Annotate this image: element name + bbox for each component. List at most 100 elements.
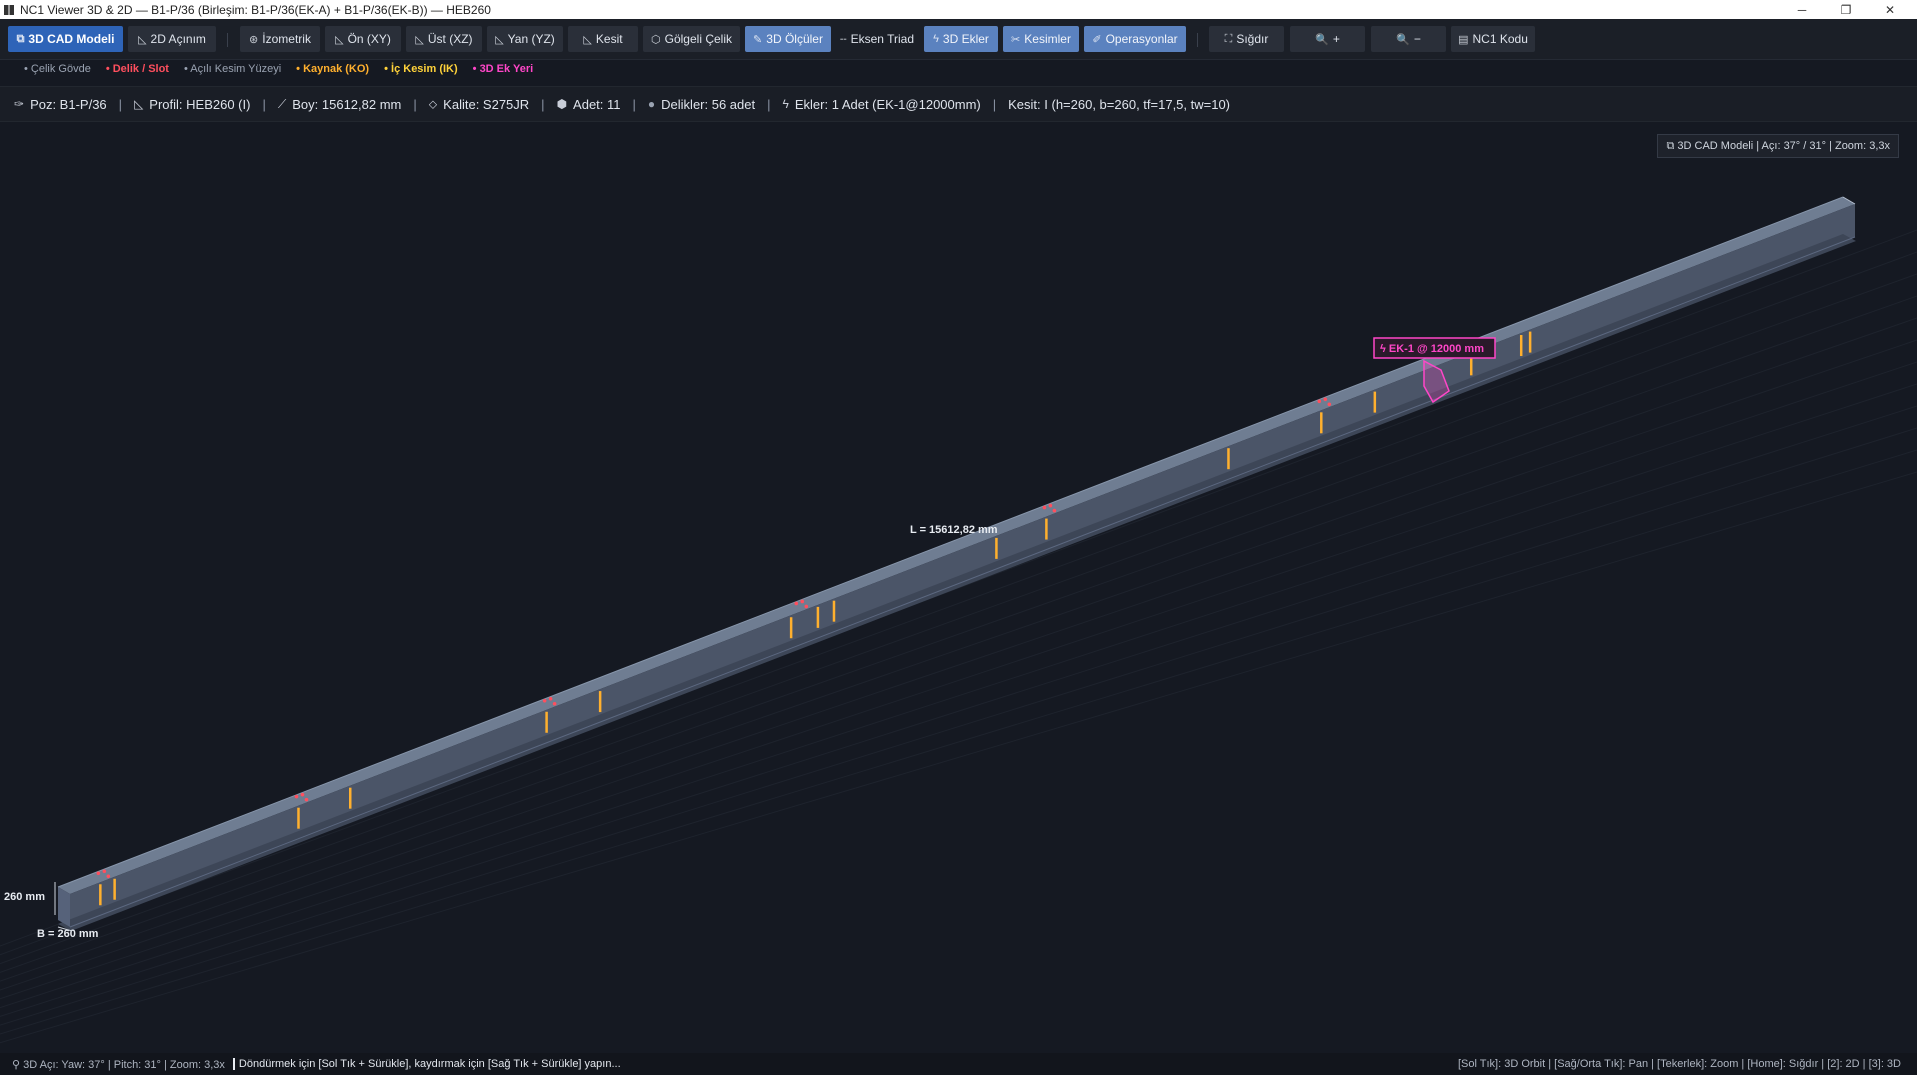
legend-splice: • 3D Ek Yeri <box>472 63 534 75</box>
section-view-button[interactable]: ◺ Kesit <box>568 26 638 52</box>
beam-web-edge <box>69 236 1856 928</box>
length-dimension-label: L = 15612,82 mm <box>910 524 998 536</box>
info-holes: ● Delikler: 56 adet <box>647 96 756 112</box>
grid-line <box>0 273 1917 965</box>
hole-mark <box>102 869 107 874</box>
hole-mark <box>294 794 299 799</box>
grid-line <box>0 405 1917 1017</box>
circle-icon: ● <box>647 97 656 111</box>
hole-mark <box>300 792 305 797</box>
nc1-code-button[interactable]: ▤ NC1 Kodu <box>1451 26 1535 52</box>
grid-line <box>0 295 1917 973</box>
legend-inner-cut: • İç Kesim (IK) <box>384 63 458 75</box>
status-bar: ⚲ 3D Açı: Yaw: 37° | Pitch: 31° | Zoom: … <box>0 1053 1917 1075</box>
grid-line <box>0 361 1917 1000</box>
drawing-icon: ◺ <box>335 33 344 46</box>
legend-weld: • Kaynak (KO) <box>296 63 370 75</box>
hole-mark <box>1323 397 1328 402</box>
title-bar: NC1 Viewer 3D & 2D — B1-P/36 (Birleşim: … <box>0 0 1917 19</box>
toolbar-divider <box>1197 33 1198 47</box>
top-view-button[interactable]: ◺ Üst (XZ) <box>406 26 482 52</box>
camera-status: ⚲ 3D Açı: Yaw: 37° | Pitch: 31° | Zoom: … <box>12 1058 225 1071</box>
3d-viewport[interactable]: ϟ EK-1 @ 12000 mm L = 15612,82 mm 260 mm… <box>0 121 1917 1051</box>
fit-view-button[interactable]: ⛶ Sığdır <box>1209 26 1284 52</box>
legend-hole-slot: • Delik / Slot <box>105 63 169 75</box>
info-position: ✑ Poz: B1-P/36 <box>14 96 107 112</box>
maximize-button[interactable]: ❐ <box>1824 0 1868 19</box>
drawing-icon: ◺ <box>138 33 147 46</box>
hole-mark <box>548 696 553 701</box>
shaded-steel-button[interactable]: ⬡ Gölgeli Çelik <box>643 26 740 52</box>
bolt-icon: ϟ <box>933 33 939 45</box>
info-length: ⟋ Boy: 15612,82 mm <box>277 96 402 112</box>
toolbar-divider <box>227 33 228 47</box>
window-title: NC1 Viewer 3D & 2D — B1-P/36 (Birleşim: … <box>20 2 491 17</box>
main-toolbar: ⧉ 3D CAD Modeli ◺ 2D Açınım ⊛ İzometrik ◺ Ön… <box>0 19 1917 60</box>
fit-icon: ⛶ <box>1224 32 1233 45</box>
grid-line <box>0 317 1917 982</box>
axis-triad-toggle[interactable]: ╌ Eksen Triad <box>836 26 918 52</box>
beam-top-flange <box>58 197 1855 894</box>
cube-icon: ⧉ <box>16 32 25 45</box>
part-info-bar: ✑ Poz: B1-P/36 | ◺ Profil: HEB260 (I) | ⟋ B… <box>0 86 1917 122</box>
hole-mark <box>552 701 557 706</box>
profile-icon: ◺ <box>134 97 144 111</box>
hole-mark <box>804 604 809 609</box>
ruler-icon: ⟋ <box>277 96 287 111</box>
hole-mark <box>1317 399 1322 404</box>
magnifier-icon: 🔍 <box>1315 33 1329 46</box>
hint-text: Döndürmek için [Sol Tık + Sürükle], kayd… <box>232 1058 621 1070</box>
3d-dimensions-toggle[interactable]: ✎ 3D Ölçüler <box>745 26 831 52</box>
3d-splices-toggle[interactable]: ϟ 3D Ekler <box>924 26 998 52</box>
info-grade: ⬦ Kalite: S275JR <box>428 96 530 112</box>
hole-mark <box>1327 402 1332 407</box>
pin-icon: ✑ <box>14 97 25 111</box>
drawing-icon: ◺ <box>495 33 504 46</box>
3d-model-canvas[interactable]: ϟ EK-1 @ 12000 mm L = 15612,82 mm 260 mm… <box>0 121 1917 1051</box>
hole-mark <box>1042 505 1047 510</box>
grid-line <box>0 383 1917 1009</box>
info-profile: ◺ Profil: HEB260 (I) <box>134 96 251 112</box>
grid-line <box>0 427 1917 1026</box>
bolt-icon: ϟ <box>782 97 789 111</box>
document-icon: ▤ <box>1458 33 1469 46</box>
legend-angled-cut: • Açılı Kesim Yüzeyi <box>183 63 282 75</box>
front-view-button[interactable]: ◺ Ön (XY) <box>325 26 401 52</box>
hole-mark <box>794 601 799 606</box>
hole-mark <box>1052 508 1057 513</box>
height-dimension-label: 260 mm <box>4 891 45 903</box>
splice-label: ϟ EK-1 @ 12000 mm <box>1380 343 1484 355</box>
beam-top-edge <box>57 196 1844 888</box>
view-3d-cad-button[interactable]: ⧉ 3D CAD Modeli <box>8 26 123 52</box>
hole-mark <box>96 871 101 876</box>
side-view-button[interactable]: ◺ Yan (YZ) <box>487 26 563 52</box>
hole-mark <box>1048 503 1053 508</box>
cuts-toggle[interactable]: ✂ Kesimler <box>1003 26 1079 52</box>
app-icon <box>4 4 14 15</box>
isometric-view-button[interactable]: ⊛ İzometrik <box>240 26 320 52</box>
hole-mark <box>106 874 111 879</box>
grid-line <box>0 251 1917 956</box>
shortcut-help: [Sol Tık]: 3D Orbit | [Sağ/Orta Tık]: Pa… <box>1457 1058 1901 1070</box>
drawing-icon: ◺ <box>583 33 592 46</box>
scissors-icon: ✂ <box>1011 33 1021 46</box>
minimize-button[interactable]: ─ <box>1780 0 1824 19</box>
info-quantity: ⬢ Adet: 11 <box>556 96 621 112</box>
view-info-badge: ⧉ 3D CAD Modeli | Açı: 37° / 31° | Zoom:… <box>1657 134 1899 158</box>
hole-mark <box>800 599 805 604</box>
operations-toggle[interactable]: ✐ Operasyonlar <box>1084 26 1186 52</box>
tag-icon: ⬦ <box>428 96 438 111</box>
beam-end-face <box>58 887 70 927</box>
legend-steel-web: • Çelik Gövde <box>24 63 91 75</box>
box-icon: ⬢ <box>556 97 568 111</box>
magnifier-icon: 🔍 <box>1396 33 1410 46</box>
zoom-in-button[interactable]: 🔍 + <box>1290 26 1365 52</box>
close-button[interactable]: ✕ <box>1868 0 1912 19</box>
beam-bottom-flange <box>58 234 1856 931</box>
view-2d-unfold-button[interactable]: ◺ 2D Açınım <box>128 26 216 52</box>
drawing-icon: ◺ <box>415 33 424 46</box>
ground-grid <box>0 229 1917 1044</box>
hole-mark <box>304 797 309 802</box>
hole-mark <box>542 698 547 703</box>
zoom-out-button[interactable]: 🔍 − <box>1371 26 1446 52</box>
